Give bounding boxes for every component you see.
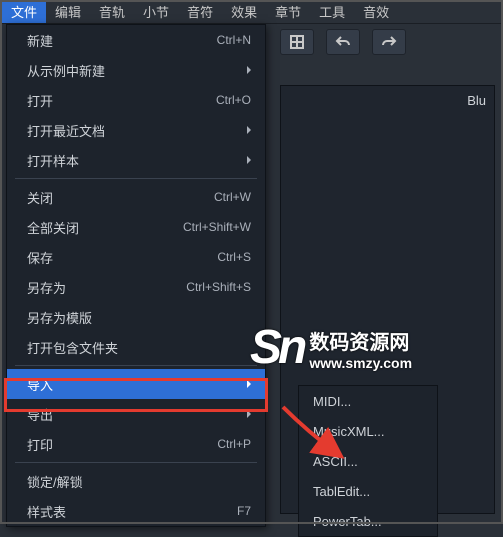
submenu-item-label: PowerTab... xyxy=(313,514,423,529)
grid-icon xyxy=(289,34,305,50)
menu-item-shortcut: Ctrl+N xyxy=(217,33,251,47)
menu-item-label: 新建 xyxy=(27,31,217,50)
menu-item-shortcut: Ctrl+S xyxy=(217,250,251,264)
submenu-item-4[interactable]: PowerTab... xyxy=(299,506,437,536)
menu-item-label: 全部关闭 xyxy=(27,218,183,237)
chevron-right-icon xyxy=(247,66,251,74)
menu-item-label: 锁定/解锁 xyxy=(27,472,251,491)
menu-item-label: 打开样本 xyxy=(27,151,239,170)
menu-item-label: 打开最近文档 xyxy=(27,121,239,140)
menu-item-0[interactable]: 新建Ctrl+N xyxy=(7,25,265,55)
menubar-item-edit[interactable]: 编辑 xyxy=(46,0,90,23)
menu-item-label: 打开 xyxy=(27,91,216,110)
menu-item-11[interactable]: 打开包含文件夹 xyxy=(7,332,265,362)
menubar-item-section[interactable]: 章节 xyxy=(266,0,310,23)
menu-item-shortcut: Ctrl+W xyxy=(214,190,251,204)
menu-item-label: 导出 xyxy=(27,405,239,424)
menu-item-8[interactable]: 保存Ctrl+S xyxy=(7,242,265,272)
submenu-item-2[interactable]: ASCII... xyxy=(299,446,437,476)
menu-divider xyxy=(15,365,257,366)
menubar-item-note[interactable]: 音符 xyxy=(178,0,222,23)
menu-item-3[interactable]: 打开最近文档 xyxy=(7,115,265,145)
submenu-item-3[interactable]: TablEdit... xyxy=(299,476,437,506)
menubar-item-track[interactable]: 音轨 xyxy=(90,0,134,23)
menu-item-shortcut: F7 xyxy=(237,504,251,518)
menu-item-9[interactable]: 另存为Ctrl+Shift+S xyxy=(7,272,265,302)
menu-item-label: 从示例中新建 xyxy=(27,61,239,80)
menu-item-shortcut: Ctrl+Shift+W xyxy=(183,220,251,234)
menubar: 文件 编辑 音轨 小节 音符 效果 章节 工具 音效 xyxy=(0,0,503,24)
redo-icon xyxy=(381,34,397,50)
menubar-item-file[interactable]: 文件 xyxy=(2,0,46,23)
menu-divider xyxy=(15,462,257,463)
menu-item-label: 打开包含文件夹 xyxy=(27,338,251,357)
menu-item-1[interactable]: 从示例中新建 xyxy=(7,55,265,85)
menu-item-15[interactable]: 打印Ctrl+P xyxy=(7,429,265,459)
menu-divider xyxy=(15,178,257,179)
submenu-item-label: MusicXML... xyxy=(313,424,423,439)
menu-item-7[interactable]: 全部关闭Ctrl+Shift+W xyxy=(7,212,265,242)
menu-item-label: 另存为模版 xyxy=(27,308,251,327)
submenu-item-0[interactable]: MIDI... xyxy=(299,386,437,416)
menubar-item-bar[interactable]: 小节 xyxy=(134,0,178,23)
menu-item-shortcut: Ctrl+O xyxy=(216,93,251,107)
panel-title: Blu xyxy=(281,86,494,114)
menu-item-10[interactable]: 另存为模版 xyxy=(7,302,265,332)
submenu-item-label: ASCII... xyxy=(313,454,423,469)
menubar-item-tools[interactable]: 工具 xyxy=(310,0,354,23)
import-submenu: MIDI... MusicXML... ASCII... TablEdit... Pow… xyxy=(298,385,438,537)
redo-button[interactable] xyxy=(372,29,406,55)
submenu-item-label: MIDI... xyxy=(313,394,423,409)
menu-item-14[interactable]: 导出 xyxy=(7,399,265,429)
menu-item-18[interactable]: 样式表F7 xyxy=(7,496,265,526)
chevron-right-icon xyxy=(247,380,251,388)
menu-item-label: 另存为 xyxy=(27,278,186,297)
submenu-item-1[interactable]: MusicXML... xyxy=(299,416,437,446)
submenu-item-label: TablEdit... xyxy=(313,484,423,499)
chevron-right-icon xyxy=(247,156,251,164)
menubar-item-effects[interactable]: 效果 xyxy=(222,0,266,23)
chevron-right-icon xyxy=(247,126,251,134)
menu-item-label: 保存 xyxy=(27,248,217,267)
menu-item-label: 导入 xyxy=(27,375,239,394)
menu-item-label: 关闭 xyxy=(27,188,214,207)
menubar-item-sound[interactable]: 音效 xyxy=(354,0,398,23)
menu-item-4[interactable]: 打开样本 xyxy=(7,145,265,175)
menu-item-6[interactable]: 关闭Ctrl+W xyxy=(7,182,265,212)
menu-item-shortcut: Ctrl+P xyxy=(217,437,251,451)
toolbar-button-1[interactable] xyxy=(280,29,314,55)
file-menu: 新建Ctrl+N从示例中新建打开Ctrl+O打开最近文档打开样本关闭Ctrl+W… xyxy=(6,24,266,527)
menu-item-shortcut: Ctrl+Shift+S xyxy=(186,280,251,294)
undo-button[interactable] xyxy=(326,29,360,55)
menu-item-17[interactable]: 锁定/解锁 xyxy=(7,466,265,496)
menu-item-13[interactable]: 导入 xyxy=(7,369,265,399)
menu-item-2[interactable]: 打开Ctrl+O xyxy=(7,85,265,115)
menu-item-label: 样式表 xyxy=(27,502,237,521)
undo-icon xyxy=(335,34,351,50)
chevron-right-icon xyxy=(247,410,251,418)
menu-item-label: 打印 xyxy=(27,435,217,454)
